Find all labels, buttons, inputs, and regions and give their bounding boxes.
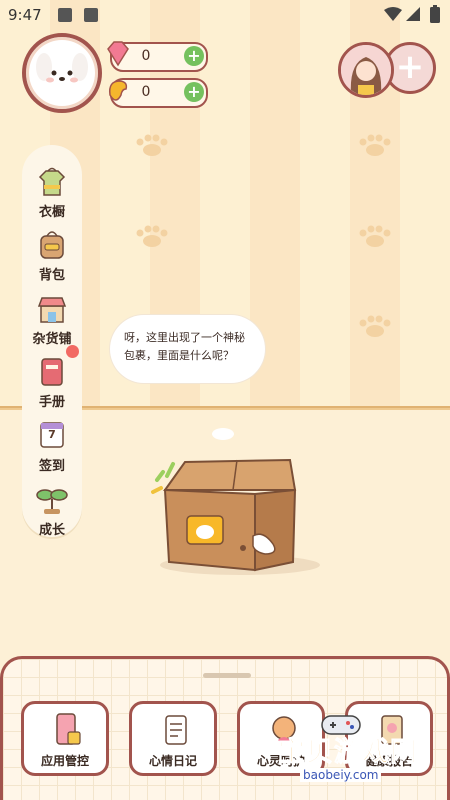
backpack-icon	[40, 231, 64, 259]
signal-icon	[406, 7, 420, 21]
add-gems-button[interactable]: +	[184, 46, 204, 66]
diary-icon	[165, 715, 187, 745]
calendar-day: 7	[48, 428, 56, 441]
watermark-url: baobeiy.com	[300, 768, 382, 782]
store-icon	[37, 297, 67, 323]
side-item-checkin[interactable]: 7 签到	[22, 411, 82, 474]
notification-dot	[66, 345, 79, 358]
tile-label: 应用管控	[40, 754, 89, 768]
thought-dot	[212, 428, 234, 440]
paw-print-icon	[359, 134, 391, 156]
status-bar: 9:47	[0, 0, 450, 30]
friends-area: +	[338, 42, 436, 98]
user-avatar[interactable]	[22, 33, 102, 113]
speech-bubble: 呀，这里出现了一个神秘包裹，里面是什么呢？	[110, 315, 265, 383]
add-coins-button[interactable]: +	[184, 82, 204, 102]
side-item-growth[interactable]: 成长	[22, 475, 82, 538]
tile-label: 心情日记	[148, 754, 197, 768]
coin-count: 0	[141, 84, 151, 100]
mystery-box[interactable]	[145, 450, 325, 580]
side-item-label: 背包	[38, 268, 65, 283]
phone-lock-icon	[56, 713, 81, 745]
paw-print-icon	[359, 225, 391, 247]
gem-count: 0	[141, 48, 151, 64]
side-item-wardrobe[interactable]: 衣橱	[22, 157, 82, 220]
notification-a-icon	[58, 8, 72, 22]
wardrobe-icon	[38, 167, 66, 196]
battery-icon	[430, 5, 440, 23]
side-item-label: 成长	[38, 523, 65, 538]
tile-app-control[interactable]: 应用管控	[21, 701, 109, 776]
speech-text: 呀，这里出现了一个神秘包裹，里面是什么呢？	[124, 331, 245, 362]
side-item-label: 签到	[38, 459, 65, 474]
notification-square-icon	[84, 8, 98, 22]
site-watermark: 宝贝游戏网 baobeiy.com	[278, 715, 448, 796]
panel-drag-handle[interactable]	[203, 673, 251, 678]
paw-print-icon	[359, 315, 391, 337]
watermark-title: 宝贝游戏网	[278, 737, 418, 769]
side-item-store[interactable]: 杂货铺	[22, 284, 82, 347]
coin-counter: 0 +	[108, 78, 208, 108]
side-item-label: 手册	[38, 395, 65, 410]
girl-avatar-icon	[341, 45, 391, 95]
paw-print-icon	[136, 225, 168, 247]
puppy-avatar-icon	[36, 49, 88, 101]
side-item-label: 衣橱	[38, 205, 65, 220]
friend-avatar[interactable]	[338, 42, 394, 98]
status-time: 9:47	[8, 6, 42, 24]
side-menu: 衣橱 背包 杂货铺 手册 7 签到 成长	[22, 145, 82, 538]
gem-counter: 0 +	[107, 41, 208, 72]
sprout-icon	[36, 489, 68, 514]
wifi-icon	[384, 7, 402, 21]
side-item-backpack[interactable]: 背包	[22, 220, 82, 283]
paw-print-icon	[136, 134, 168, 156]
handbook-icon	[41, 358, 63, 386]
tile-mood-diary[interactable]: 心情日记	[129, 701, 217, 776]
